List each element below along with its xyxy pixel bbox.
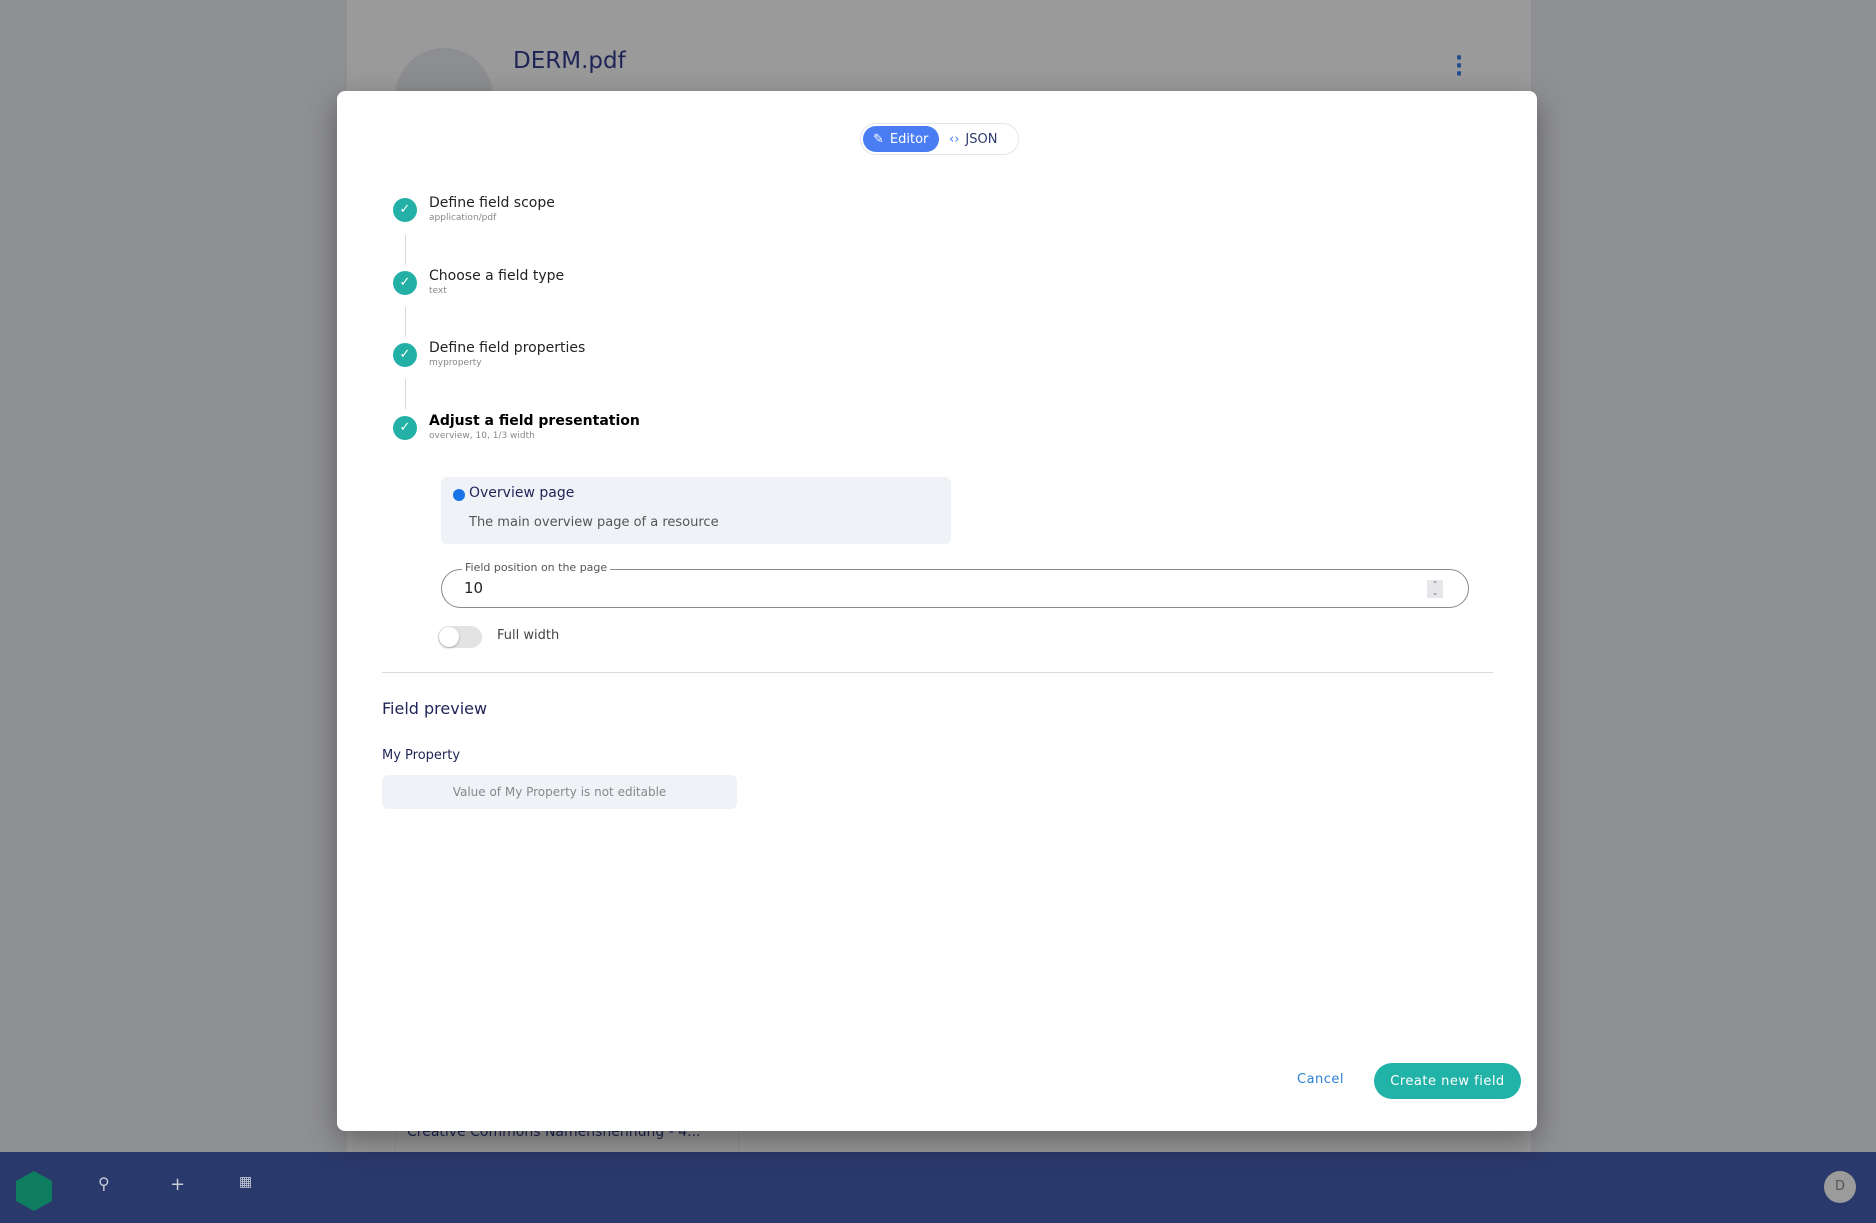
plus-icon[interactable]: + [170,1174,185,1195]
tab-editor[interactable]: ✎ Editor [863,126,939,152]
pencil-icon: ✎ [873,131,884,147]
check-icon: ✓ [393,198,417,222]
overview-page-option[interactable]: Overview page The main overview page of … [441,477,951,544]
cancel-button[interactable]: Cancel [1297,1072,1344,1087]
create-field-dialog: ✎ Editor ‹› JSON ✓ Define field scope ap… [337,91,1537,1131]
step-title: Adjust a field presentation [429,413,640,429]
bottom-bar: ⚲ + ▦ D [0,1152,1876,1223]
tab-json[interactable]: ‹› JSON [939,126,1007,152]
full-width-label: Full width [497,628,560,643]
step-title: Define field properties [429,340,586,356]
step-title: Choose a field type [429,268,565,284]
check-icon: ✓ [393,271,417,295]
toggle-knob [439,627,459,647]
option-title: Overview page [469,485,575,501]
field-preview-title: Field preview [382,699,488,718]
step-connector [405,379,406,409]
user-avatar[interactable]: D [1824,1171,1856,1203]
tab-editor-label: Editor [889,131,929,147]
property-label: My Property [382,748,461,763]
check-icon: ✓ [393,343,417,367]
check-icon: ✓ [393,416,417,440]
step-connector [405,235,406,265]
tab-json-label: JSON [965,131,998,147]
field-position-value[interactable] [464,579,1364,597]
step-title: Define field scope [429,195,555,211]
search-icon[interactable]: ⚲ [98,1174,110,1193]
number-stepper[interactable]: ⌃ ⌄ [1427,580,1443,598]
field-position-input: Field position on the page ⌃⌄ [441,561,1469,608]
logo-icon[interactable] [16,1171,52,1211]
property-value-box: Value of My Property is not editable [382,775,737,809]
option-description: The main overview page of a resource [469,515,719,530]
divider [382,672,1493,673]
resource-title: DERM.pdf [513,48,626,74]
step-subtitle: application/pdf [429,213,497,223]
code-icon: ‹› [949,131,960,147]
dashboard-icon[interactable]: ▦ [239,1174,252,1190]
full-width-toggle[interactable] [438,626,482,648]
radio-selected-icon [453,489,465,501]
more-vertical-icon[interactable]: · · · [1452,48,1466,86]
step-subtitle: overview, 10, 1/3 width [429,431,535,441]
step-subtitle: myproperty [429,358,482,368]
step-connector [405,307,406,337]
mode-switch: ✎ Editor ‹› JSON [860,123,1019,155]
step-subtitle: text [429,286,447,296]
create-new-field-button[interactable]: Create new field [1374,1063,1521,1099]
field-position-label: Field position on the page [462,561,611,574]
